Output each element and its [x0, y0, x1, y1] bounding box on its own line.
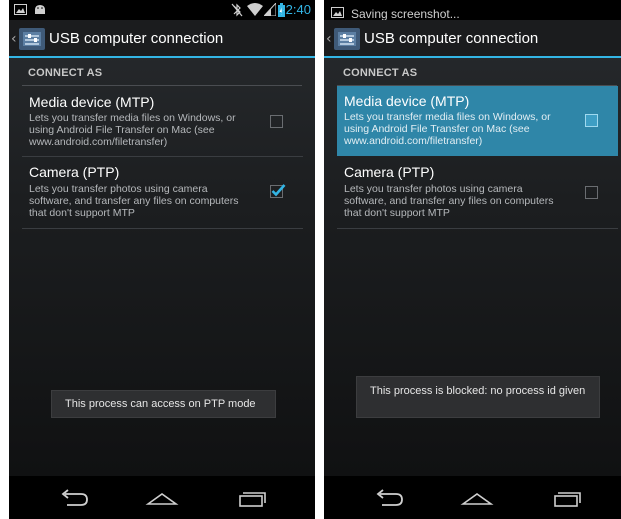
right-phone-screen: Saving screenshot... ‹ USB computer conn… — [324, 0, 621, 519]
page-title: USB computer connection — [49, 30, 224, 47]
screenshot-icon — [14, 4, 27, 15]
section-header-label: CONNECT AS — [343, 67, 418, 79]
back-icon[interactable] — [372, 484, 406, 510]
wifi-icon — [247, 3, 263, 16]
status-bar: Saving screenshot... — [324, 0, 621, 21]
back-icon[interactable] — [57, 484, 91, 510]
up-navigation-icon[interactable]: ‹ — [11, 31, 17, 47]
usb-settings-icon[interactable] — [19, 28, 45, 50]
settings-content: ‹ USB computer connection CONNECT AS Med… — [9, 20, 315, 476]
option-camera-ptp[interactable]: Camera (PTP) Lets you transfer photos us… — [337, 157, 618, 229]
mtp-checkbox[interactable] — [585, 114, 598, 127]
option-title: Media device (MTP) — [29, 94, 155, 110]
option-camera-ptp[interactable]: Camera (PTP) Lets you transfer photos us… — [22, 157, 303, 229]
action-bar: ‹ USB computer connection — [9, 20, 315, 58]
option-summary: Lets you transfer media files on Windows… — [344, 111, 551, 147]
signal-icon — [264, 3, 276, 16]
toast-message: This process can access on PTP mode — [51, 390, 276, 418]
option-media-device-mtp[interactable]: Media device (MTP) Lets you transfer med… — [337, 86, 618, 156]
home-icon[interactable] — [460, 484, 494, 510]
settings-content: ‹ USB computer connection CONNECT AS Med… — [324, 20, 621, 476]
toast-text: This process can access on PTP mode — [65, 398, 256, 410]
recent-apps-icon[interactable] — [235, 484, 269, 510]
option-summary: Lets you transfer photos using camera so… — [344, 183, 554, 219]
toast-text: This process is blocked: no process id g… — [370, 385, 586, 397]
home-icon[interactable] — [145, 484, 179, 510]
ptp-checkbox[interactable] — [585, 186, 598, 199]
page-title: USB computer connection — [364, 30, 539, 47]
toast-message: This process is blocked: no process id g… — [356, 376, 600, 418]
mtp-checkbox[interactable] — [270, 115, 283, 128]
up-navigation-icon[interactable]: ‹ — [326, 31, 332, 47]
option-media-device-mtp[interactable]: Media device (MTP) Lets you transfer med… — [22, 88, 303, 157]
left-phone-screen: 12:40 ‹ USB computer connection CONNECT … — [9, 0, 315, 519]
navigation-bar — [324, 476, 621, 519]
status-bar: 12:40 — [9, 0, 315, 20]
option-summary: Lets you transfer media files on Windows… — [29, 112, 236, 148]
option-summary: Lets you transfer photos using camera so… — [29, 183, 239, 219]
section-header-label: CONNECT AS — [28, 67, 103, 79]
option-title: Media device (MTP) — [344, 93, 470, 109]
ptp-checkbox-checked[interactable] — [270, 183, 286, 198]
bluetooth-off-icon — [231, 3, 243, 17]
notification-ticker: Saving screenshot... — [351, 7, 460, 21]
android-icon — [35, 5, 45, 14]
screenshot-icon — [331, 7, 344, 18]
option-title: Camera (PTP) — [29, 164, 120, 180]
option-title: Camera (PTP) — [344, 164, 435, 180]
usb-settings-icon[interactable] — [334, 28, 360, 50]
recent-apps-icon[interactable] — [550, 484, 584, 510]
section-header: CONNECT AS — [337, 62, 617, 86]
navigation-bar — [9, 476, 315, 519]
status-time: 12:40 — [278, 2, 311, 17]
action-bar: ‹ USB computer connection — [324, 20, 621, 58]
section-header: CONNECT AS — [22, 62, 302, 86]
